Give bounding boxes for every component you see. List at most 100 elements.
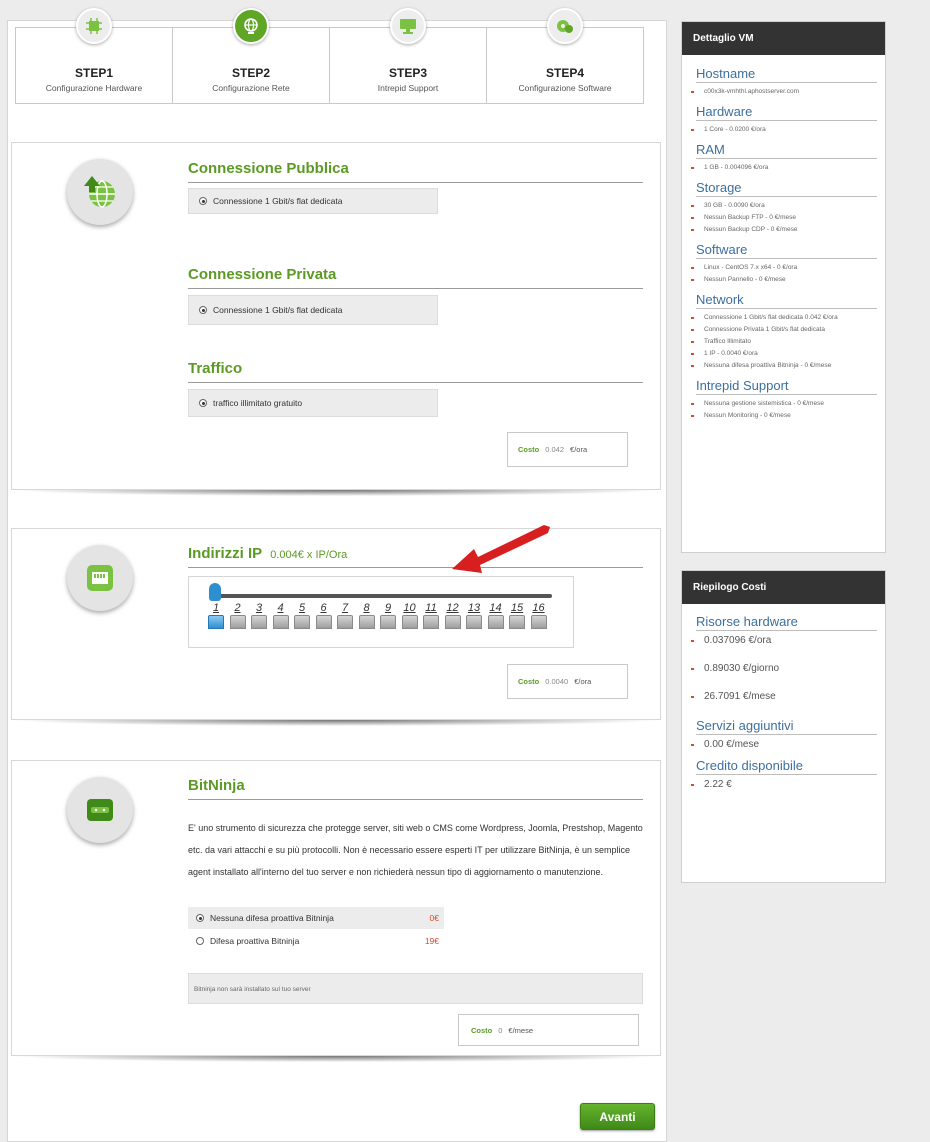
summary-item: Connessione Privata 1 Gbit/s flat dedica…: [682, 324, 885, 336]
ip-server-icon[interactable]: [444, 615, 461, 629]
ip-count-option[interactable]: 6: [317, 602, 331, 614]
ip-server-icon[interactable]: [358, 615, 375, 629]
ip-count-option[interactable]: 10: [403, 602, 417, 614]
hardware-icon: [76, 8, 112, 44]
ip-server-icon[interactable]: [251, 615, 267, 629]
ip-count-option[interactable]: 7: [338, 602, 352, 614]
summary-list: 0.00 €/mese: [682, 738, 885, 752]
cost-value: 0: [498, 1025, 503, 1035]
ip-count-option[interactable]: 15: [510, 602, 524, 614]
ip-server-icon[interactable]: [272, 615, 289, 629]
bitninja-cost-box: Costo 0 €/mese: [458, 1014, 639, 1046]
cost-unit: €/ora: [570, 445, 588, 454]
summary-category: Servizi aggiuntivi: [696, 718, 877, 735]
ip-server-icon[interactable]: [337, 615, 353, 629]
ip-title-text: Indirizzi IP: [188, 545, 263, 562]
summary-item: Nessun Backup CDP - 0 €/mese: [682, 224, 885, 236]
ip-server-icon[interactable]: [294, 615, 310, 629]
ip-count-option[interactable]: 13: [467, 602, 481, 614]
ip-count-option[interactable]: 5: [295, 602, 309, 614]
summary-category: RAM: [696, 142, 877, 159]
step-1[interactable]: STEP1 Configurazione Hardware: [16, 8, 173, 103]
summary-item: Nessun Monitoring - 0 €/mese: [682, 410, 885, 422]
ip-server-icon[interactable]: [401, 615, 418, 629]
ip-count-option[interactable]: 8: [360, 602, 374, 614]
radio-button[interactable]: [196, 937, 204, 945]
ip-count-option[interactable]: 14: [489, 602, 503, 614]
ip-server-icon[interactable]: [487, 615, 504, 629]
summary-list: Nessuna gestione sistemistica - 0 €/mese…: [682, 398, 885, 422]
ip-count-option[interactable]: 9: [381, 602, 395, 614]
cost-unit: €/mese: [508, 1025, 534, 1035]
ip-count-option[interactable]: 4: [274, 602, 288, 614]
ip-server-icon[interactable]: [208, 615, 224, 629]
private-connection-option[interactable]: Connessione 1 Gbit/s flat dedicata: [188, 295, 438, 325]
summary-list: c00x3k-vmhthl.aphostserver.com: [682, 86, 885, 98]
step-subtitle: Intrepid Support: [377, 83, 439, 93]
ip-server-icon[interactable]: [380, 615, 396, 629]
ip-count-option[interactable]: 1: [209, 602, 223, 614]
summary-category: Hostname: [696, 66, 877, 83]
step-subtitle: Configurazione Software: [518, 83, 612, 93]
ip-server-icon[interactable]: [229, 615, 246, 629]
step-2[interactable]: STEP2 Configurazione Rete: [173, 8, 330, 103]
ip-count-option[interactable]: 11: [424, 602, 438, 614]
public-connection-option[interactable]: Connessione 1 Gbit/s flat dedicata: [188, 188, 438, 214]
cost-summary-sections: Risorse hardware 0.037096 €/ora 0.89030 €/…: [682, 604, 885, 792]
vm-detail-sections: Hostname c00x3k-vmhthl.aphostserver.com Ha…: [682, 55, 885, 422]
step-title: STEP2: [231, 66, 270, 80]
ip-count-option[interactable]: 16: [532, 602, 546, 614]
bitninja-option-proactive[interactable]: Difesa proattiva Bitninja 19€: [188, 930, 444, 952]
private-connection-title: Connessione Privata: [188, 266, 643, 289]
step-title: STEP3: [388, 66, 427, 80]
step-title: STEP1: [74, 66, 113, 80]
bitninja-title: BitNinja: [188, 777, 643, 800]
summary-item: 0.00 €/mese: [682, 738, 885, 752]
option-price: 19€: [424, 936, 439, 946]
cost-label: Costo: [518, 677, 540, 686]
radio-button[interactable]: [196, 914, 204, 922]
ip-server-icon[interactable]: [315, 615, 332, 629]
ip-count-option[interactable]: 2: [231, 602, 245, 614]
panel-shadow: [18, 490, 654, 496]
step-3[interactable]: STEP3 Intrepid Support: [330, 8, 487, 103]
summary-item: Nessun Backup FTP - 0 €/mese: [682, 212, 885, 224]
radio-button[interactable]: [199, 399, 207, 407]
globe-icon: [67, 159, 133, 225]
step-4[interactable]: STEP4 Configurazione Software: [487, 8, 643, 103]
network-globe-icon: [233, 8, 269, 44]
cost-summary-header: Riepilogo Costi: [682, 571, 885, 604]
ip-server-icon[interactable]: [466, 615, 482, 629]
option-label: traffico illimitato gratuito: [213, 398, 303, 408]
slider-track[interactable]: [209, 594, 552, 598]
option-label: Connessione 1 Gbit/s flat dedicata: [213, 305, 343, 315]
page: STEP1 Configurazione Hardware STEP2 Conf…: [0, 0, 930, 1142]
cost-summary-panel: Riepilogo Costi Risorse hardware 0.037096…: [681, 570, 886, 883]
slider-handle[interactable]: [209, 583, 221, 601]
ip-server-icon[interactable]: [509, 615, 525, 629]
vm-detail-header: Dettaglio VM: [682, 22, 885, 55]
summary-category: Hardware: [696, 104, 877, 121]
summary-item: 1 GB - 0.004096 €/ora: [682, 162, 885, 174]
ip-count-slider[interactable]: 1 2 3 4 5 6 7 8 9 10 11 12 13 14 15 16: [188, 576, 574, 648]
radio-button[interactable]: [199, 306, 207, 314]
summary-item: 2.22 €: [682, 778, 885, 792]
traffic-option[interactable]: traffico illimitato gratuito: [188, 389, 438, 417]
next-button[interactable]: Avanti: [580, 1103, 655, 1130]
panel-shadow: [18, 1056, 654, 1062]
summary-item: Linux - CentOS 7.x x64 - 0 €/ora: [682, 262, 885, 274]
ip-count-option[interactable]: 12: [446, 602, 460, 614]
summary-item: Nessuna difesa proattiva Bitninja - 0 €/…: [682, 360, 885, 372]
ip-server-icon[interactable]: [530, 615, 547, 629]
monitor-support-icon: [390, 8, 426, 44]
ethernet-port-icon: [67, 545, 133, 611]
radio-button[interactable]: [199, 197, 207, 205]
cost-value: 0.042: [545, 445, 565, 454]
cost-label: Costo: [518, 445, 540, 454]
bitninja-option-none[interactable]: Nessuna difesa proattiva Bitninja 0€: [188, 907, 444, 929]
bitninja-description: E' uno strumento di sicurezza che proteg…: [188, 823, 643, 877]
ip-server-icon[interactable]: [423, 615, 439, 629]
summary-item: 26.7091 €/mese: [682, 690, 885, 704]
summary-item: Traffico Illimitato: [682, 336, 885, 348]
ip-count-option[interactable]: 3: [252, 602, 266, 614]
